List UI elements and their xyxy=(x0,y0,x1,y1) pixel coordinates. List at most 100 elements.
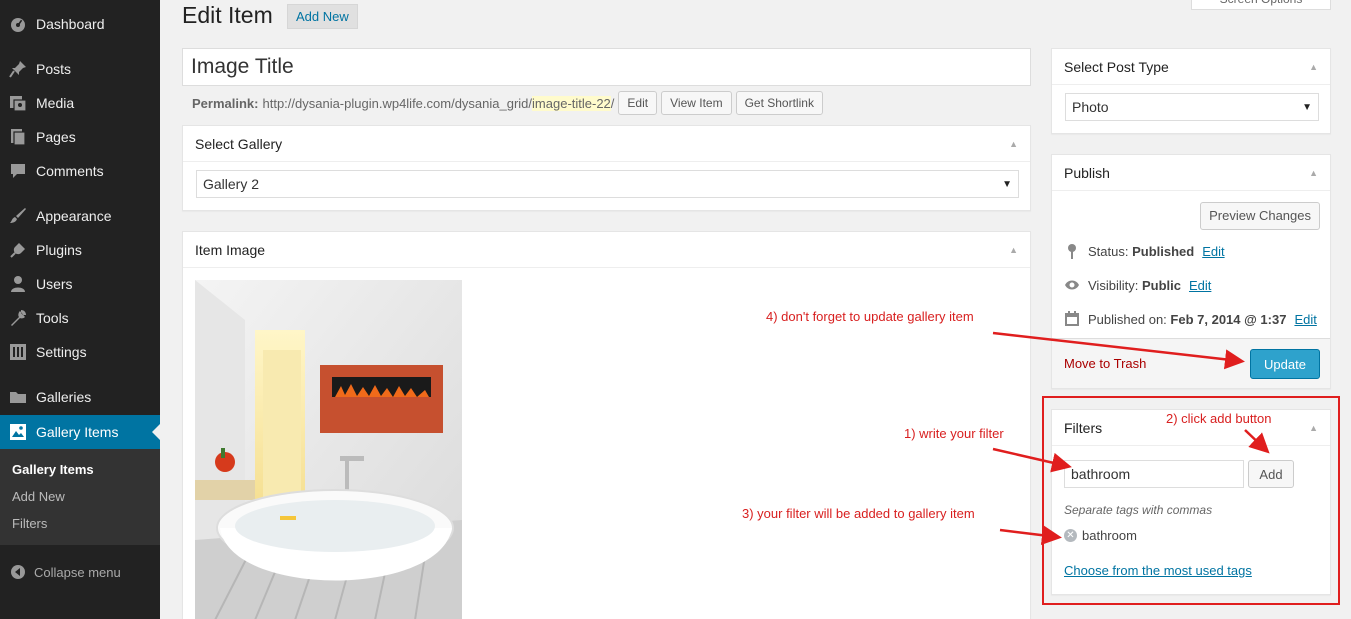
permalink-tail: / xyxy=(610,95,615,111)
menu-label: Comments xyxy=(36,163,104,179)
menu-users[interactable]: Users xyxy=(0,267,160,301)
preview-changes-button[interactable]: Preview Changes xyxy=(1200,202,1320,230)
visibility-label: Visibility: xyxy=(1088,277,1139,293)
menu-pages[interactable]: Pages xyxy=(0,120,160,154)
brush-icon xyxy=(8,206,28,226)
gallery-select-value: Gallery 2 xyxy=(203,176,260,192)
menu-label: Dashboard xyxy=(36,16,105,32)
gallery-icon xyxy=(8,422,28,442)
publish-box: Publish ▲ Preview Changes Status: Publis… xyxy=(1051,154,1331,389)
menu-label: Settings xyxy=(36,344,87,360)
collapse-label: Collapse menu xyxy=(34,564,121,580)
status-value: Published xyxy=(1132,243,1195,259)
admin-sidebar: Dashboard Posts Media Pages Comments App… xyxy=(0,0,160,619)
menu-appearance[interactable]: Appearance xyxy=(0,199,160,233)
collapse-icon xyxy=(8,562,28,582)
menu-comments[interactable]: Comments xyxy=(0,154,160,188)
box-title: Select Gallery xyxy=(195,135,283,152)
post-type-select-value: Photo xyxy=(1072,99,1109,115)
edit-visibility-link[interactable]: Edit xyxy=(1189,278,1211,293)
menu-label: Tools xyxy=(36,310,69,326)
annotation-step4: 4) don't forget to update gallery item xyxy=(766,309,974,324)
page-title: Edit Item xyxy=(182,2,273,28)
post-type-select[interactable]: Photo ▼ xyxy=(1065,93,1319,121)
update-button[interactable]: Update xyxy=(1250,349,1320,379)
published-label: Published on: xyxy=(1088,311,1167,327)
menu-media[interactable]: Media xyxy=(0,86,160,120)
collapse-menu[interactable]: Collapse menu xyxy=(0,558,160,586)
edit-permalink-button[interactable]: Edit xyxy=(618,91,658,115)
menu-settings[interactable]: Settings xyxy=(0,335,160,369)
menu-label: Posts xyxy=(36,61,72,77)
toggle-arrow-icon[interactable]: ▲ xyxy=(1309,168,1318,178)
pages-icon xyxy=(8,127,28,147)
toggle-arrow-icon[interactable]: ▲ xyxy=(1309,62,1318,72)
toggle-arrow-icon[interactable]: ▲ xyxy=(1009,139,1018,149)
menu-label: Media xyxy=(36,95,75,111)
view-item-button[interactable]: View Item xyxy=(661,91,732,115)
submenu-gallery-items[interactable]: Gallery Items xyxy=(12,462,94,477)
menu-galleries[interactable]: Galleries xyxy=(0,380,160,414)
select-gallery-box: Select Gallery ▲ Gallery 2 ▼ xyxy=(182,125,1031,211)
gallery-select[interactable]: Gallery 2 ▼ xyxy=(196,170,1019,198)
box-title: Publish xyxy=(1064,164,1110,181)
menu-plugins[interactable]: Plugins xyxy=(0,233,160,267)
plug-icon xyxy=(8,240,28,260)
chevron-down-icon: ▼ xyxy=(1002,178,1012,190)
screen-options-tab[interactable]: Screen Options xyxy=(1191,0,1331,10)
published-date-row: Published on: Feb 7, 2014 @ 1:37 Edit xyxy=(1064,311,1317,327)
annotation-step1: 1) write your filter xyxy=(904,426,1004,441)
permalink: Permalink: http://dysania-plugin.wp4life… xyxy=(192,91,823,115)
submenu-filters[interactable]: Filters xyxy=(12,516,47,531)
select-post-type-box: Select Post Type ▲ Photo ▼ xyxy=(1051,48,1331,134)
edit-date-link[interactable]: Edit xyxy=(1294,312,1316,327)
visibility-value: Public xyxy=(1141,277,1181,293)
menu-label: Plugins xyxy=(36,242,82,258)
item-image-box: Item Image ▲ xyxy=(182,231,1031,619)
edit-status-link[interactable]: Edit xyxy=(1202,244,1224,259)
eye-icon xyxy=(1064,277,1080,293)
wrench-icon xyxy=(8,308,28,328)
box-title: Item Image xyxy=(195,241,266,258)
chevron-down-icon: ▼ xyxy=(1302,101,1312,113)
menu-label: Galleries xyxy=(36,389,92,405)
annotation-highlight-box xyxy=(1042,396,1340,605)
annotation-step3: 3) your filter will be added to gallery … xyxy=(742,506,975,521)
settings-icon xyxy=(8,342,28,362)
media-icon xyxy=(8,93,28,113)
pin-icon xyxy=(8,59,28,79)
menu-label: Gallery Items xyxy=(36,424,119,440)
user-icon xyxy=(8,274,28,294)
permalink-label: Permalink: xyxy=(192,95,259,111)
menu-posts[interactable]: Posts xyxy=(0,52,160,86)
post-type-header: Select Post Type ▲ xyxy=(1052,49,1330,85)
comment-icon xyxy=(8,161,28,181)
get-shortlink-button[interactable]: Get Shortlink xyxy=(735,91,823,115)
permalink-base: http://dysania-plugin.wp4life.com/dysani… xyxy=(262,95,533,111)
dashboard-icon xyxy=(8,14,28,34)
annotation-step2: 2) click add button xyxy=(1166,411,1272,426)
title-input[interactable] xyxy=(182,48,1031,86)
menu-label: Pages xyxy=(36,129,76,145)
status-label: Status: xyxy=(1088,243,1129,259)
menu-gallery-items[interactable]: Gallery Items xyxy=(0,415,160,449)
publish-header: Publish ▲ xyxy=(1052,155,1330,191)
folder-icon xyxy=(8,387,28,407)
visibility-row: Visibility: Public Edit xyxy=(1064,277,1211,293)
menu-label: Appearance xyxy=(36,208,112,224)
gallery-items-submenu: Gallery Items Add New Filters xyxy=(0,449,160,545)
menu-tools[interactable]: Tools xyxy=(0,301,160,335)
permalink-slug: image-title-22 xyxy=(532,95,611,111)
add-new-button[interactable]: Add New xyxy=(287,4,358,29)
published-value: Feb 7, 2014 @ 1:37 xyxy=(1170,311,1287,327)
item-image-header: Item Image ▲ xyxy=(183,232,1030,268)
pin-icon xyxy=(1064,243,1080,259)
status-row: Status: Published Edit xyxy=(1064,243,1225,259)
move-to-trash-link[interactable]: Move to Trash xyxy=(1064,356,1146,371)
submenu-add-new[interactable]: Add New xyxy=(12,489,65,504)
item-image[interactable] xyxy=(195,280,462,619)
select-gallery-header: Select Gallery ▲ xyxy=(183,126,1030,162)
toggle-arrow-icon[interactable]: ▲ xyxy=(1009,245,1018,255)
menu-dashboard[interactable]: Dashboard xyxy=(0,7,160,41)
box-title: Select Post Type xyxy=(1064,58,1169,75)
